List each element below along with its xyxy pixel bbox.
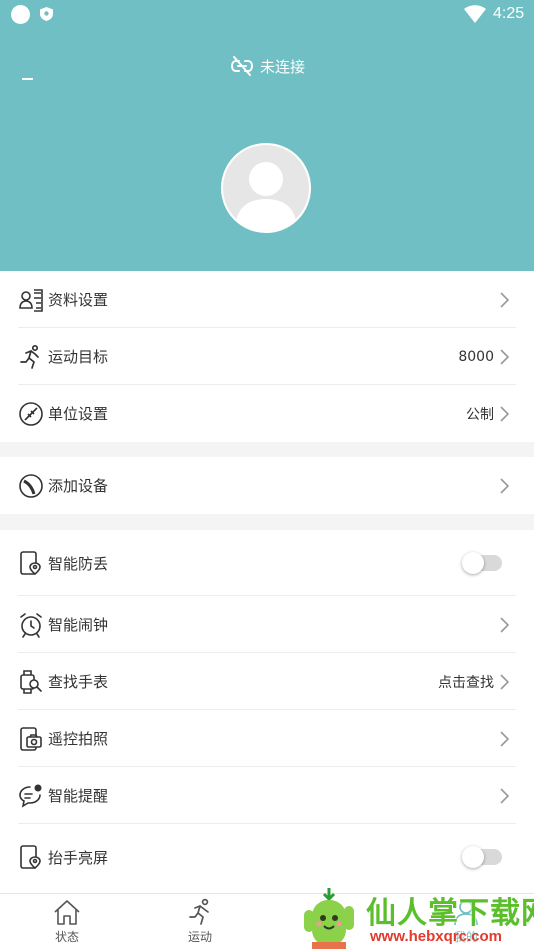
row-label: 添加设备: [48, 477, 109, 495]
device-icon: [19, 473, 43, 498]
watch-search-icon: [20, 669, 42, 694]
watermark-title: 仙人掌下载网: [366, 896, 534, 931]
home-icon: [54, 900, 80, 925]
chevron-right-icon: [500, 673, 510, 690]
row-label: 运动目标: [48, 348, 109, 366]
anti-lost-icon: [20, 551, 41, 576]
notification-dot-icon: [11, 5, 30, 24]
row-exercise-goal[interactable]: 运动目标 8000: [0, 328, 534, 385]
ruler-icon: [19, 401, 43, 426]
row-value: 公制: [466, 406, 494, 423]
anti-lost-toggle[interactable]: [462, 552, 502, 574]
running-icon: [20, 344, 39, 369]
raise-wake-icon: [20, 845, 41, 870]
row-raise-to-wake[interactable]: 抬手亮屏: [0, 824, 534, 890]
row-value: 8000: [458, 348, 494, 365]
row-find-watch[interactable]: 查找手表 点击查找: [0, 653, 534, 710]
connection-status-text: 未连接: [260, 57, 306, 76]
profile-header: 4:25 未连接: [0, 0, 534, 271]
watermark-url: www.hebxqrc.com: [370, 928, 502, 945]
shield-icon: [40, 7, 53, 21]
running-icon: [189, 898, 209, 925]
raise-wake-toggle[interactable]: [462, 846, 502, 868]
row-unit-settings[interactable]: 单位设置 公制: [0, 385, 534, 442]
tab-status[interactable]: 状态: [37, 898, 97, 945]
chevron-right-icon: [500, 291, 510, 308]
tab-label: 运动: [187, 930, 212, 944]
watermark: 仙人掌下载网 www.hebxqrc.com: [296, 884, 534, 949]
tab-label: 状态: [54, 930, 79, 944]
row-label: 智能闹钟: [48, 616, 109, 634]
row-smart-reminder[interactable]: 智能提醒: [0, 767, 534, 824]
chevron-right-icon: [500, 616, 510, 633]
chevron-right-icon: [500, 477, 510, 494]
row-smart-alarm[interactable]: 智能闹钟: [0, 596, 534, 653]
message-reminder-icon: [19, 784, 42, 808]
row-label: 智能提醒: [48, 787, 109, 805]
row-label: 单位设置: [48, 405, 109, 423]
connection-status[interactable]: 未连接: [230, 55, 305, 77]
tab-exercise[interactable]: 运动: [170, 898, 230, 945]
row-label: 遥控拍照: [48, 730, 109, 748]
remote-camera-icon: [20, 726, 42, 751]
row-label: 查找手表: [48, 673, 109, 691]
profile-card-icon: [19, 288, 43, 312]
back-button[interactable]: [22, 78, 33, 80]
row-label: 智能防丢: [48, 554, 109, 573]
settings-group-features: 智能防丢 智能闹钟 查找手表 点击查找 遥控拍照 智能提醒 抬手亮屏: [0, 530, 534, 893]
chevron-right-icon: [500, 730, 510, 747]
chevron-right-icon: [500, 348, 510, 365]
chevron-right-icon: [500, 787, 510, 804]
avatar[interactable]: [221, 143, 311, 233]
cactus-logo-icon: [304, 888, 354, 949]
alarm-clock-icon: [20, 612, 42, 638]
row-value: 点击查找: [438, 674, 494, 691]
row-label: 资料设置: [48, 291, 109, 309]
default-avatar-icon: [235, 162, 297, 231]
settings-group-device: 添加设备: [0, 457, 534, 514]
row-profile-settings[interactable]: 资料设置: [0, 271, 534, 328]
row-label: 抬手亮屏: [48, 848, 109, 867]
status-time: 4:25: [493, 5, 525, 22]
status-bar: 4:25: [0, 0, 534, 28]
wifi-icon: [464, 5, 486, 23]
unlink-icon: [230, 56, 254, 76]
row-anti-lost[interactable]: 智能防丢: [0, 530, 534, 596]
row-add-device[interactable]: 添加设备: [0, 457, 534, 514]
settings-group-profile: 资料设置 运动目标 8000 单位设置 公制: [0, 271, 534, 442]
row-remote-photo[interactable]: 遥控拍照: [0, 710, 534, 767]
chevron-right-icon: [500, 405, 510, 422]
